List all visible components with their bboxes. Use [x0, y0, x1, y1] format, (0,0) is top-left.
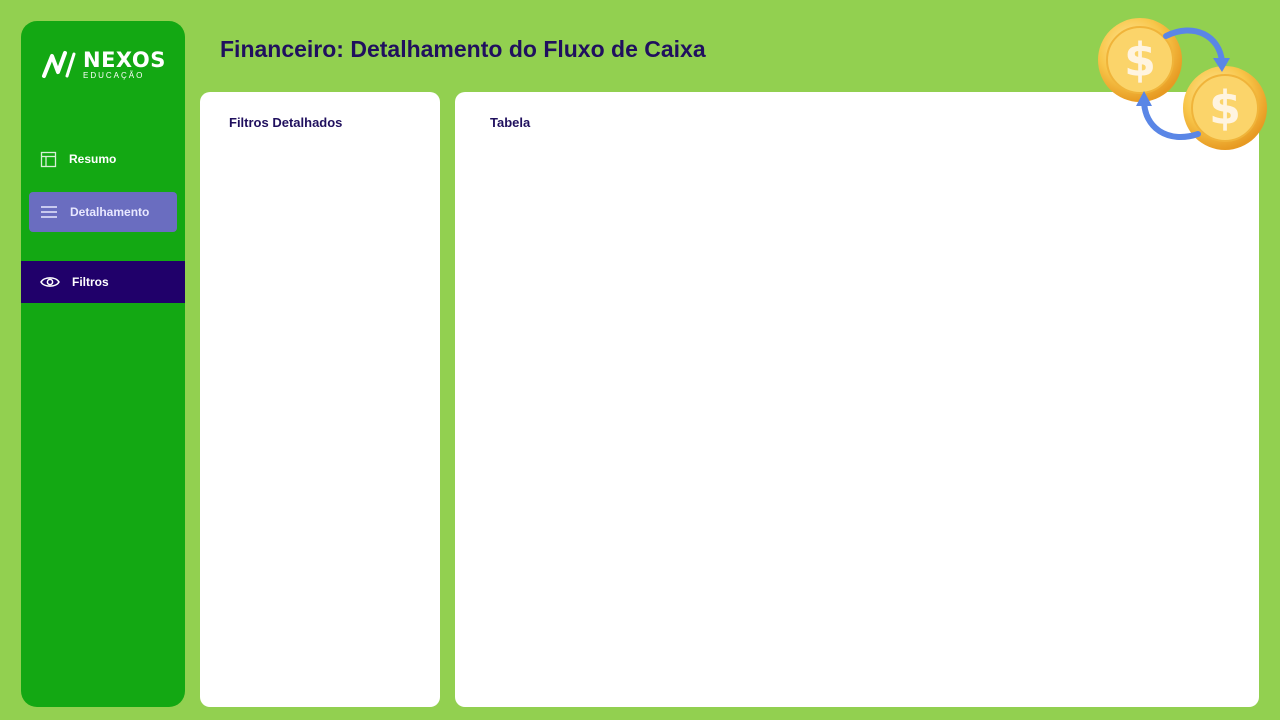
sidebar-item-label: Resumo: [69, 152, 117, 166]
svg-text:$: $: [1124, 33, 1156, 87]
coins-exchange-icon: $ $: [1098, 18, 1267, 150]
sidebar-item-label: Filtros: [72, 275, 109, 289]
layout-icon: [40, 151, 57, 167]
table-panel: Tabela: [455, 92, 1259, 707]
filters-panel-title: Filtros Detalhados: [229, 115, 343, 130]
brand-name: NEXOS: [83, 48, 166, 72]
page-title: Financeiro: Detalhamento do Fluxo de Cai…: [220, 36, 706, 62]
svg-text:$: $: [1209, 81, 1241, 135]
filters-panel: Filtros Detalhados: [200, 92, 440, 707]
brand-subtitle: EDUCAÇÃO: [83, 71, 145, 80]
nexos-logo-icon: [42, 51, 76, 78]
eye-icon: [40, 277, 60, 287]
sidebar-item-label: Detalhamento: [70, 205, 150, 219]
table-panel-title: Tabela: [490, 115, 531, 130]
sidebar-item-detalhamento[interactable]: Detalhamento: [29, 192, 177, 232]
sidebar: NEXOS EDUCAÇÃO Resumo Detalhamento Filtr…: [21, 21, 185, 707]
sidebar-item-resumo[interactable]: Resumo: [29, 139, 177, 179]
menu-icon: [41, 206, 57, 218]
brand-logo: NEXOS EDUCAÇÃO: [41, 47, 166, 83]
sidebar-item-filtros[interactable]: Filtros: [21, 261, 185, 303]
